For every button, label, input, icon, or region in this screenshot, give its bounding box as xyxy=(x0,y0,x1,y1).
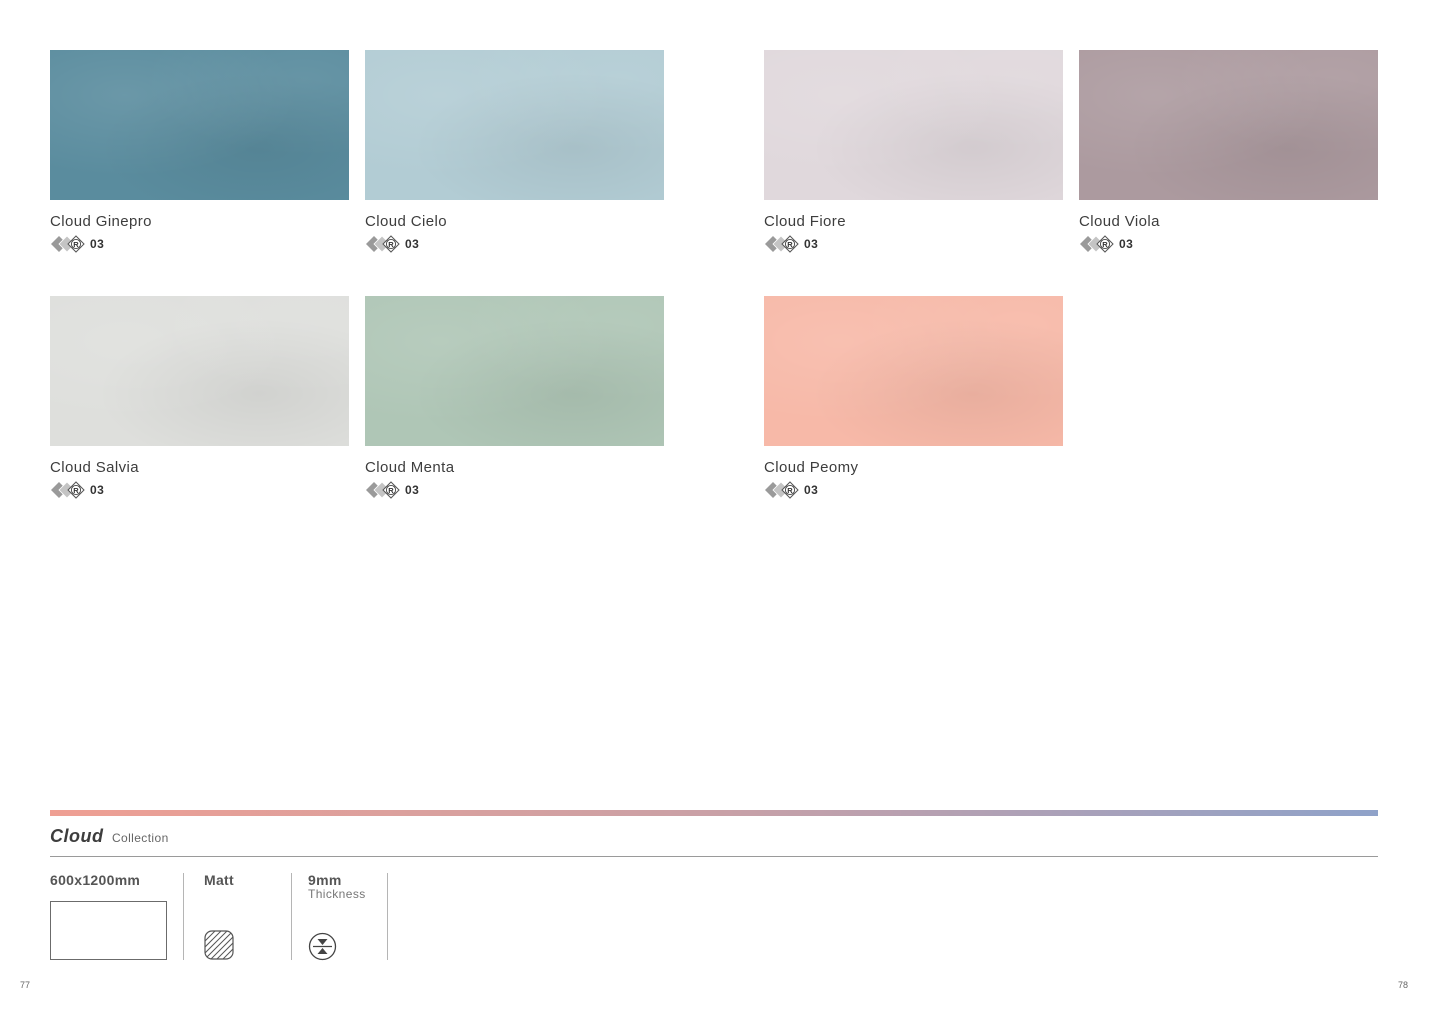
svg-text:R: R xyxy=(73,486,79,495)
svg-text:R: R xyxy=(388,240,394,249)
rectified-badge: R 03 xyxy=(50,481,104,499)
tile-swatch xyxy=(365,296,664,446)
tile-swatch xyxy=(50,50,349,200)
rectified-icon: R xyxy=(51,235,85,253)
rectified-icon: R xyxy=(765,235,799,253)
tile-swatch xyxy=(365,50,664,200)
rectified-badge: R 03 xyxy=(764,235,818,253)
footer-divider xyxy=(50,856,1378,857)
collection-subtitle: Collection xyxy=(111,831,169,845)
page-number-left: 77 xyxy=(20,980,31,990)
format-rectangle-icon xyxy=(50,901,167,960)
rectified-icon: R xyxy=(1080,235,1114,253)
svg-text:R: R xyxy=(787,240,793,249)
collection-name: Cloud xyxy=(50,826,104,846)
rectified-value: 03 xyxy=(90,237,105,251)
rectified-value: 03 xyxy=(804,237,819,251)
spec-finish-label: Matt xyxy=(204,872,234,888)
rectified-badge: R 03 xyxy=(764,481,818,499)
rectified-value: 03 xyxy=(405,483,420,497)
spec-thickness-label: Thickness xyxy=(308,887,366,901)
thickness-icon xyxy=(308,932,337,961)
svg-text:R: R xyxy=(787,486,793,495)
spec-thickness-value: 9mm xyxy=(308,872,342,888)
collection-gradient-bar xyxy=(50,810,1378,816)
tile-name: Cloud Ginepro xyxy=(50,213,152,230)
rectified-icon: R xyxy=(366,481,400,499)
tile-name: Cloud Menta xyxy=(365,459,455,476)
spec-divider xyxy=(387,873,388,960)
rectified-value: 03 xyxy=(405,237,420,251)
tile-name: Cloud Viola xyxy=(1079,213,1160,230)
rectified-value: 03 xyxy=(1119,237,1134,251)
rectified-badge: R 03 xyxy=(365,235,419,253)
rectified-value: 03 xyxy=(804,483,819,497)
collection-title: Cloud Collection xyxy=(50,826,169,847)
rectified-value: 03 xyxy=(90,483,105,497)
svg-text:R: R xyxy=(388,486,394,495)
matt-finish-icon xyxy=(204,930,234,960)
svg-text:R: R xyxy=(73,240,79,249)
rectified-badge: R 03 xyxy=(50,235,104,253)
rectified-icon: R xyxy=(366,235,400,253)
tile-swatch xyxy=(764,296,1063,446)
tile-swatch xyxy=(764,50,1063,200)
tile-swatch xyxy=(50,296,349,446)
rectified-icon: R xyxy=(51,481,85,499)
spec-size-label: 600x1200mm xyxy=(50,872,141,888)
tile-name: Cloud Salvia xyxy=(50,459,140,476)
tile-swatch xyxy=(1079,50,1378,200)
rectified-badge: R 03 xyxy=(1079,235,1133,253)
spec-divider xyxy=(291,873,292,960)
spec-divider xyxy=(183,873,184,960)
rectified-badge: R 03 xyxy=(365,481,419,499)
tile-name: Cloud Cielo xyxy=(365,213,447,230)
tile-name: Cloud Fiore xyxy=(764,213,846,230)
page-number-right: 78 xyxy=(1398,980,1409,990)
rectified-icon: R xyxy=(765,481,799,499)
tile-name: Cloud Peomy xyxy=(764,459,859,476)
svg-text:R: R xyxy=(1102,240,1108,249)
